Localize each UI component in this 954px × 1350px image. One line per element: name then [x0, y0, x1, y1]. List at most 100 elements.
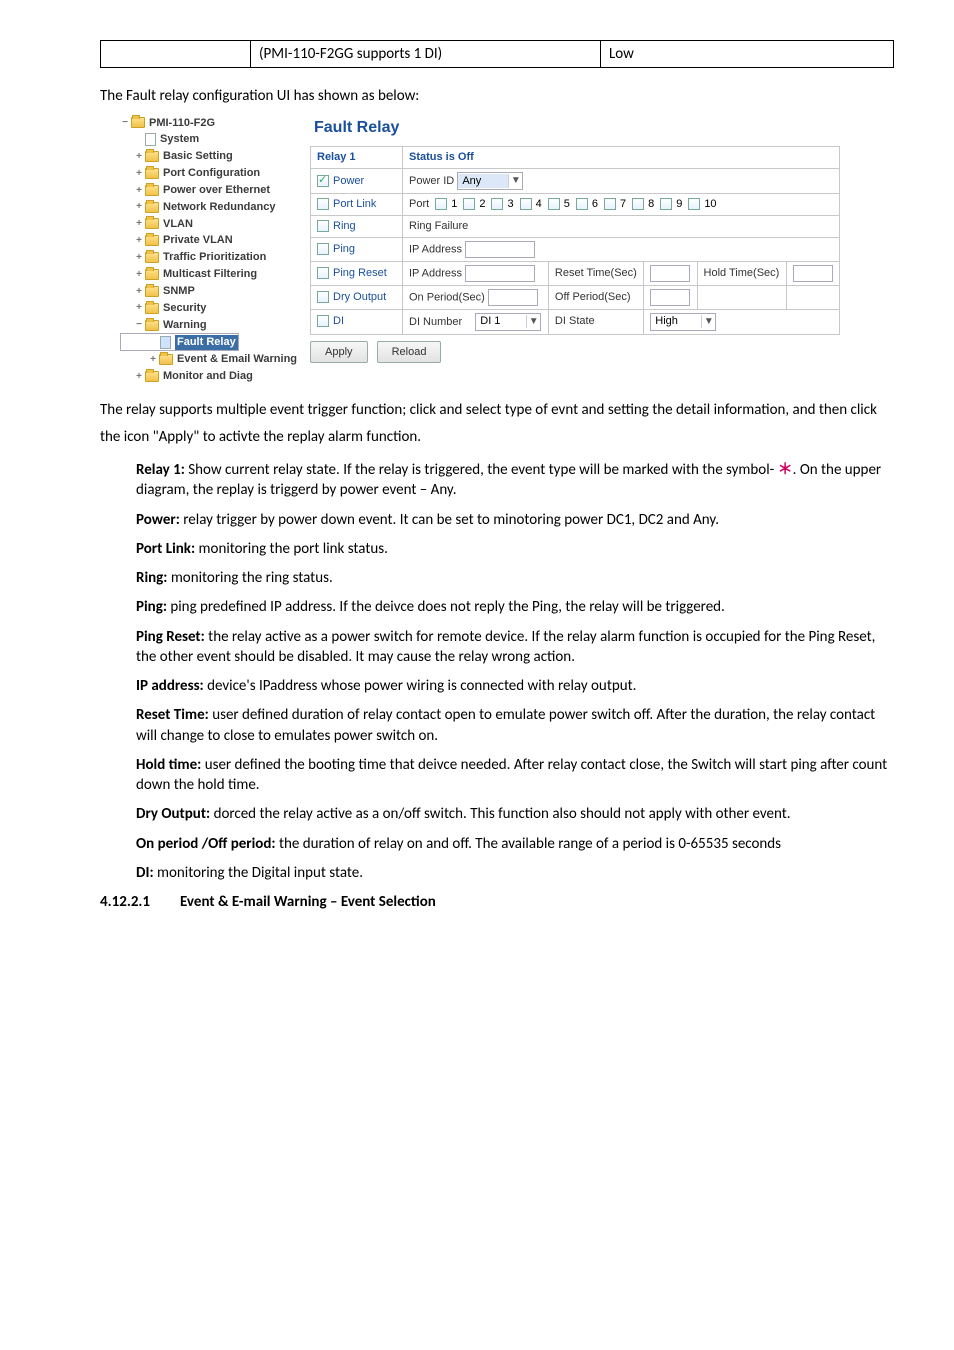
- di-checkbox[interactable]: [317, 315, 329, 327]
- folder-icon: [145, 269, 159, 280]
- reload-button[interactable]: Reload: [377, 341, 442, 364]
- tree-warning[interactable]: −Warning: [120, 317, 310, 334]
- off-period-lbl: Off Period(Sec): [548, 285, 643, 309]
- power-checkbox[interactable]: [317, 175, 329, 187]
- tree-private-vlan[interactable]: +Private VLAN: [120, 232, 310, 249]
- dryoutput-cell[interactable]: Dry Output: [311, 285, 403, 309]
- power-cell[interactable]: Power: [311, 168, 403, 193]
- on-period-input[interactable]: [488, 289, 538, 306]
- dryoutput-checkbox[interactable]: [317, 291, 329, 303]
- ping-checkbox[interactable]: [317, 243, 329, 255]
- folder-icon: [145, 235, 159, 246]
- tree-event-email[interactable]: +Event & Email Warning: [120, 351, 310, 368]
- intro-text: The Fault relay configuration UI has sho…: [100, 86, 894, 106]
- tree-monitor-diag[interactable]: +Monitor and Diag: [120, 368, 310, 385]
- chevron-down-icon: ▼: [508, 174, 522, 188]
- folder-icon: [145, 252, 159, 263]
- tree-fault-relay[interactable]: Fault Relay: [120, 333, 239, 351]
- folder-icon: [145, 202, 159, 213]
- port5-checkbox[interactable]: [548, 198, 560, 210]
- top-table-left-cell: (PMI-110-F2GG supports 1 DI): [251, 41, 601, 68]
- ring-cell[interactable]: Ring: [311, 215, 403, 237]
- holdtime-desc: Hold time: user defined the booting time…: [136, 755, 894, 796]
- pingreset-cell[interactable]: Ping Reset: [311, 261, 403, 285]
- tree-device[interactable]: −PMI-110-F2G: [120, 115, 310, 132]
- resettime-desc: Reset Time: user defined duration of rel…: [136, 705, 894, 746]
- hold-time-input-cell: [786, 261, 839, 285]
- port8-checkbox[interactable]: [632, 198, 644, 210]
- folder-icon: [159, 354, 173, 365]
- power-id-label: Power ID: [409, 175, 454, 187]
- tree-net-redundancy[interactable]: +Network Redundancy: [120, 199, 310, 216]
- relay-header: Relay 1: [311, 147, 403, 169]
- section-heading: 4.12.2.1Event & E-mail Warning – Event S…: [100, 892, 894, 912]
- config-panel: Fault Relay Relay 1 Status is Off Power …: [310, 113, 840, 386]
- tree-basic-setting[interactable]: +Basic Setting: [120, 148, 310, 165]
- power-id-select[interactable]: Any▼: [457, 172, 523, 190]
- tree-poe[interactable]: +Power over Ethernet: [120, 182, 310, 199]
- tree-multicast[interactable]: +Multicast Filtering: [120, 266, 310, 283]
- hold-time-lbl: Hold Time(Sec): [697, 261, 786, 285]
- di-desc: DI: monitoring the Digital input state.: [136, 863, 894, 883]
- para-after-ui: The relay supports multiple event trigge…: [100, 397, 894, 451]
- folder-icon: [145, 218, 159, 229]
- portlink-desc: Port Link: monitoring the port link stat…: [136, 539, 894, 559]
- pingreset-ip-input[interactable]: [465, 265, 535, 282]
- onperiod-desc: On period /Off period: the duration of r…: [136, 834, 894, 854]
- reset-time-input[interactable]: [650, 265, 690, 282]
- tree-system[interactable]: System: [120, 131, 310, 148]
- portlink-checkbox[interactable]: [317, 198, 329, 210]
- chevron-down-icon: ▼: [526, 315, 540, 329]
- port2-checkbox[interactable]: [463, 198, 475, 210]
- pingreset-ip: IP Address: [403, 261, 549, 285]
- port7-checkbox[interactable]: [604, 198, 616, 210]
- di-number-select[interactable]: DI 1▼: [475, 313, 541, 331]
- ring-desc: Ring: monitoring the ring status.: [136, 568, 894, 588]
- tree-vlan[interactable]: +VLAN: [120, 216, 310, 233]
- power-desc: Power: relay trigger by power down event…: [136, 510, 894, 530]
- di-cell[interactable]: DI: [311, 309, 403, 334]
- port6-checkbox[interactable]: [576, 198, 588, 210]
- di-state-lbl: DI State: [548, 309, 643, 334]
- ping-ip-input[interactable]: [465, 241, 535, 258]
- di-state-select[interactable]: High▼: [650, 313, 716, 331]
- di-number: DI Number DI 1▼: [403, 309, 549, 334]
- nav-tree: −PMI-110-F2G System +Basic Setting +Port…: [120, 113, 310, 386]
- ui-screenshot: −PMI-110-F2G System +Basic Setting +Port…: [120, 113, 840, 386]
- ring-checkbox[interactable]: [317, 220, 329, 232]
- panel-title: Fault Relay: [310, 113, 840, 147]
- apply-button[interactable]: Apply: [310, 341, 368, 364]
- status-header: Status is Off: [403, 147, 840, 169]
- tree-snmp[interactable]: +SNMP: [120, 283, 310, 300]
- ping-cell[interactable]: Ping: [311, 237, 403, 261]
- top-table: (PMI-110-F2GG supports 1 DI) Low: [100, 40, 894, 68]
- top-table-right-cell: Low: [601, 41, 894, 68]
- on-period: On Period(Sec): [403, 285, 549, 309]
- port3-checkbox[interactable]: [491, 198, 503, 210]
- off-period-input[interactable]: [650, 289, 690, 306]
- folder-icon: [145, 185, 159, 196]
- tree-security[interactable]: +Security: [120, 300, 310, 317]
- port4-checkbox[interactable]: [520, 198, 532, 210]
- portlink-cell[interactable]: Port Link: [311, 193, 403, 215]
- tree-traffic-prio[interactable]: +Traffic Prioritization: [120, 249, 310, 266]
- ring-content: Ring Failure: [403, 215, 840, 237]
- tree-port-config[interactable]: +Port Configuration: [120, 165, 310, 182]
- chevron-down-icon: ▼: [701, 315, 715, 329]
- power-content: Power ID Any▼: [403, 168, 840, 193]
- port10-checkbox[interactable]: [688, 198, 700, 210]
- port9-checkbox[interactable]: [660, 198, 672, 210]
- ipaddr-desc: IP address: device's IPaddress whose pow…: [136, 676, 894, 696]
- hold-time-input[interactable]: [793, 265, 833, 282]
- folder-icon: [145, 286, 159, 297]
- config-grid: Relay 1 Status is Off Power Power ID Any…: [310, 146, 840, 335]
- ping-content: IP Address: [403, 237, 840, 261]
- port1-checkbox[interactable]: [435, 198, 447, 210]
- pingreset-checkbox[interactable]: [317, 267, 329, 279]
- di-state-sel: High▼: [644, 309, 840, 334]
- page-icon: [145, 133, 156, 146]
- dryoutput-desc: Dry Output: dorced the relay active as a…: [136, 804, 894, 824]
- folder-icon: [131, 117, 145, 128]
- body-text: The relay supports multiple event trigge…: [100, 397, 894, 912]
- folder-icon: [145, 151, 159, 162]
